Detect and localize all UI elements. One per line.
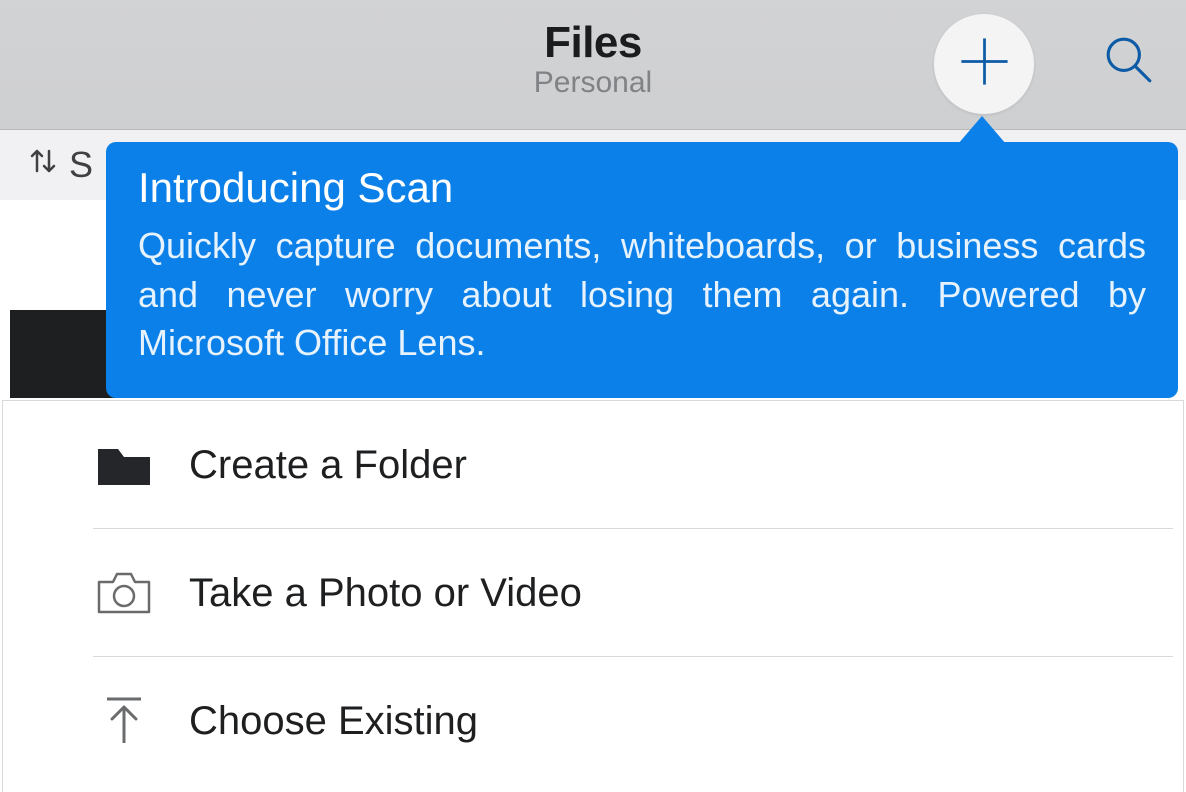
menu-item-take-photo[interactable]: Take a Photo or Video <box>3 529 1183 657</box>
upload-arrow-icon <box>95 695 153 747</box>
sort-control[interactable]: S <box>25 143 93 188</box>
menu-label: Create a Folder <box>189 443 467 488</box>
camera-icon <box>95 570 153 616</box>
sort-arrows-icon <box>25 143 69 188</box>
page-subtitle: Personal <box>534 66 652 100</box>
action-sheet: Create a Folder Take a Photo or Video Ch… <box>2 400 1184 792</box>
tooltip-body: Quickly capture documents, whiteboards, … <box>138 222 1146 368</box>
page-title: Files <box>534 18 652 68</box>
add-button[interactable] <box>934 14 1034 114</box>
menu-label: Take a Photo or Video <box>189 571 582 616</box>
menu-label: Choose Existing <box>189 699 478 744</box>
scan-intro-tooltip[interactable]: Introducing Scan Quickly capture documen… <box>106 142 1178 398</box>
menu-item-create-folder[interactable]: Create a Folder <box>3 401 1183 529</box>
app-header: Files Personal <box>0 0 1186 130</box>
search-icon <box>1103 34 1155 91</box>
tooltip-title: Introducing Scan <box>138 164 1146 212</box>
menu-item-choose-existing[interactable]: Choose Existing <box>3 657 1183 785</box>
plus-icon <box>957 34 1012 94</box>
search-button[interactable] <box>1101 35 1156 90</box>
sort-label-fragment: S <box>69 144 93 186</box>
folder-icon <box>95 443 153 487</box>
header-center: Files Personal <box>534 18 652 100</box>
